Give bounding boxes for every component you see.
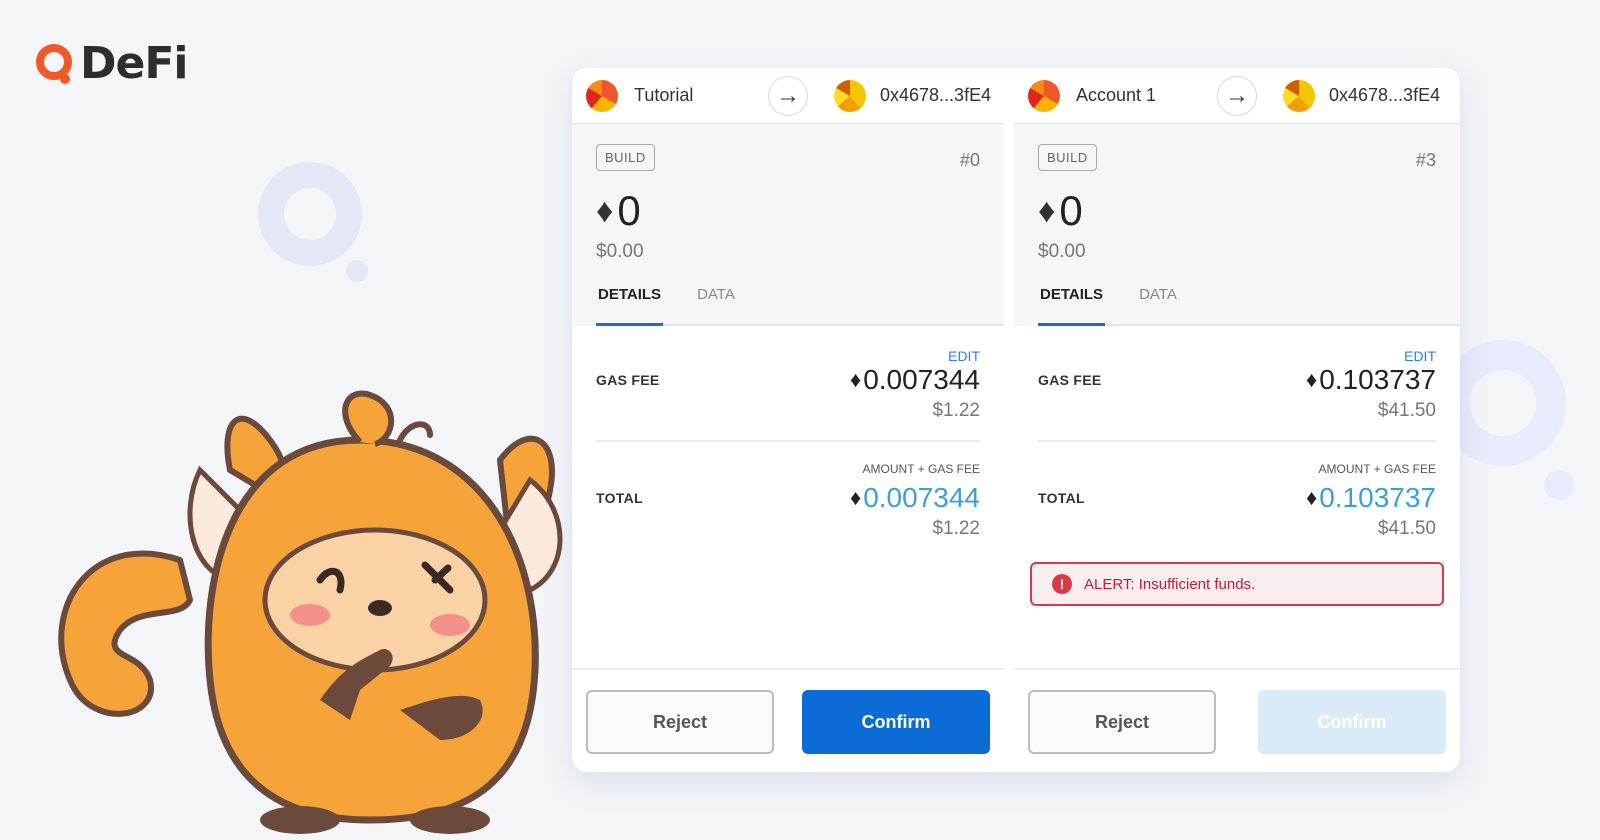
total-row: TOTAL ♦ 0.007344 $1.22 — [596, 482, 980, 540]
confirm-comparison-card: Tutorial → 0x4678...3fE4 BUILD #0 ♦ 0 $0… — [572, 68, 1460, 772]
sender-name: Account 1 — [1076, 85, 1157, 105]
confirm-button[interactable]: Confirm — [802, 690, 990, 754]
insufficient-funds-alert: ! ALERT: Insufficient funds. — [1030, 562, 1444, 606]
gas-fee-eth: ♦ 0.007344 — [850, 364, 980, 396]
ethereum-icon: ♦ — [849, 367, 862, 392]
reject-button[interactable]: Reject — [1028, 690, 1216, 754]
total-eth: ♦ 0.007344 — [850, 482, 980, 514]
amount-fiat: $0.00 — [1038, 241, 1086, 262]
gas-fee-label: GAS FEE — [596, 372, 660, 388]
arrow-right-icon: → — [768, 75, 808, 116]
ethereum-icon: ♦ — [1305, 367, 1318, 392]
sender-account[interactable]: Account 1 — [1014, 79, 1237, 112]
total-sublabel: AMOUNT + GAS FEE — [862, 462, 980, 476]
edit-link[interactable]: EDIT — [1038, 326, 1436, 364]
total-label: TOTAL — [596, 490, 643, 506]
tab-data[interactable]: DATA — [1137, 286, 1179, 326]
gas-fee-row: GAS FEE ♦ 0.007344 $1.22 — [596, 364, 980, 422]
divider — [596, 440, 980, 442]
account-bar: Tutorial → 0x4678...3fE4 — [572, 68, 1004, 124]
brand-logo-icon — [34, 42, 78, 86]
total-usd: $1.22 — [932, 518, 980, 539]
arrow-right-icon: → — [1217, 75, 1257, 116]
total-label: TOTAL — [1038, 490, 1085, 506]
action-footer: Reject Confirm — [572, 668, 1004, 772]
alert-text: ALERT: Insufficient funds. — [1084, 575, 1256, 593]
decor-ring — [258, 162, 362, 266]
sender-account[interactable]: Tutorial — [572, 79, 788, 112]
transaction-summary: BUILD #3 ♦ 0 $0.00 DETAILS DATA — [1014, 124, 1460, 326]
gas-fee-eth-value: 0.103737 — [1319, 364, 1436, 395]
tab-bar: DETAILS DATA — [596, 286, 1004, 326]
total-eth-value: 0.103737 — [1319, 482, 1436, 513]
gas-fee-eth-value: 0.007344 — [863, 364, 980, 395]
ethereum-icon: ♦ — [849, 485, 862, 510]
squirrel-mascot-illustration — [30, 380, 590, 840]
account-bar: Account 1 → 0x4678...3fE4 — [1014, 68, 1460, 124]
method-tag: BUILD — [1038, 144, 1097, 171]
recipient-account[interactable]: 0x4678...3fE4 — [1237, 79, 1460, 112]
ethereum-icon: ♦ — [1305, 485, 1318, 510]
sender-name: Tutorial — [634, 85, 694, 105]
avatar — [1028, 79, 1060, 112]
total-usd: $41.50 — [1377, 518, 1436, 539]
alert-circle-icon: ! — [1052, 574, 1072, 594]
tab-bar: DETAILS DATA — [1038, 286, 1460, 326]
gas-fee-usd: $1.22 — [932, 400, 980, 421]
amount-fiat: $0.00 — [596, 241, 644, 262]
reject-button[interactable]: Reject — [586, 690, 774, 754]
tab-details[interactable]: DETAILS — [1038, 286, 1106, 326]
divider — [1038, 440, 1436, 442]
details-panel: EDIT GAS FEE ♦ 0.007344 $1.22 AMOUNT + GA… — [572, 326, 1004, 540]
ethereum-icon: ♦ — [596, 191, 614, 230]
gas-fee-eth: ♦ 0.103737 — [1306, 364, 1436, 396]
recipient-account[interactable]: 0x4678...3fE4 — [788, 79, 1004, 112]
total-eth-value: 0.007344 — [863, 482, 980, 513]
brand-logo: DeFi — [34, 38, 189, 89]
transaction-summary: BUILD #0 ♦ 0 $0.00 DETAILS DATA — [572, 124, 1004, 326]
avatar — [586, 79, 618, 112]
amount: ♦ 0 — [1038, 187, 1436, 235]
nonce: #3 — [1415, 150, 1436, 170]
amount-value: 0 — [617, 187, 641, 234]
action-footer: Reject Confirm — [1014, 668, 1460, 772]
tab-data[interactable]: DATA — [695, 286, 737, 326]
amount: ♦ 0 — [596, 187, 980, 235]
ethereum-icon: ♦ — [1038, 191, 1056, 230]
tab-details[interactable]: DETAILS — [596, 286, 664, 326]
method-tag: BUILD — [596, 144, 655, 171]
recipient-address: 0x4678...3fE4 — [880, 85, 992, 105]
nonce: #0 — [959, 150, 980, 170]
total-eth: ♦ 0.103737 — [1306, 482, 1436, 514]
gas-fee-row: GAS FEE ♦ 0.103737 $41.50 — [1038, 364, 1436, 422]
confirm-button-disabled: Confirm — [1258, 690, 1446, 754]
recipient-address: 0x4678...3fE4 — [1329, 85, 1441, 105]
brand-name: DeFi — [80, 38, 189, 89]
total-row: TOTAL ♦ 0.103737 $41.50 — [1038, 482, 1436, 540]
edit-link[interactable]: EDIT — [596, 326, 980, 364]
decor-dot — [1544, 470, 1574, 500]
confirm-screen-right: Account 1 → 0x4678...3fE4 BUILD #3 ♦ 0 $… — [1014, 68, 1460, 772]
details-panel: EDIT GAS FEE ♦ 0.103737 $41.50 AMOUNT + G… — [1014, 326, 1460, 540]
amount-value: 0 — [1059, 187, 1083, 234]
gas-fee-label: GAS FEE — [1038, 372, 1102, 388]
avatar — [834, 79, 866, 112]
decor-dot — [346, 260, 368, 282]
avatar — [1283, 79, 1315, 112]
confirm-screen-left: Tutorial → 0x4678...3fE4 BUILD #0 ♦ 0 $0… — [572, 68, 1004, 772]
total-sublabel: AMOUNT + GAS FEE — [1318, 462, 1436, 476]
gas-fee-usd: $41.50 — [1377, 400, 1436, 421]
